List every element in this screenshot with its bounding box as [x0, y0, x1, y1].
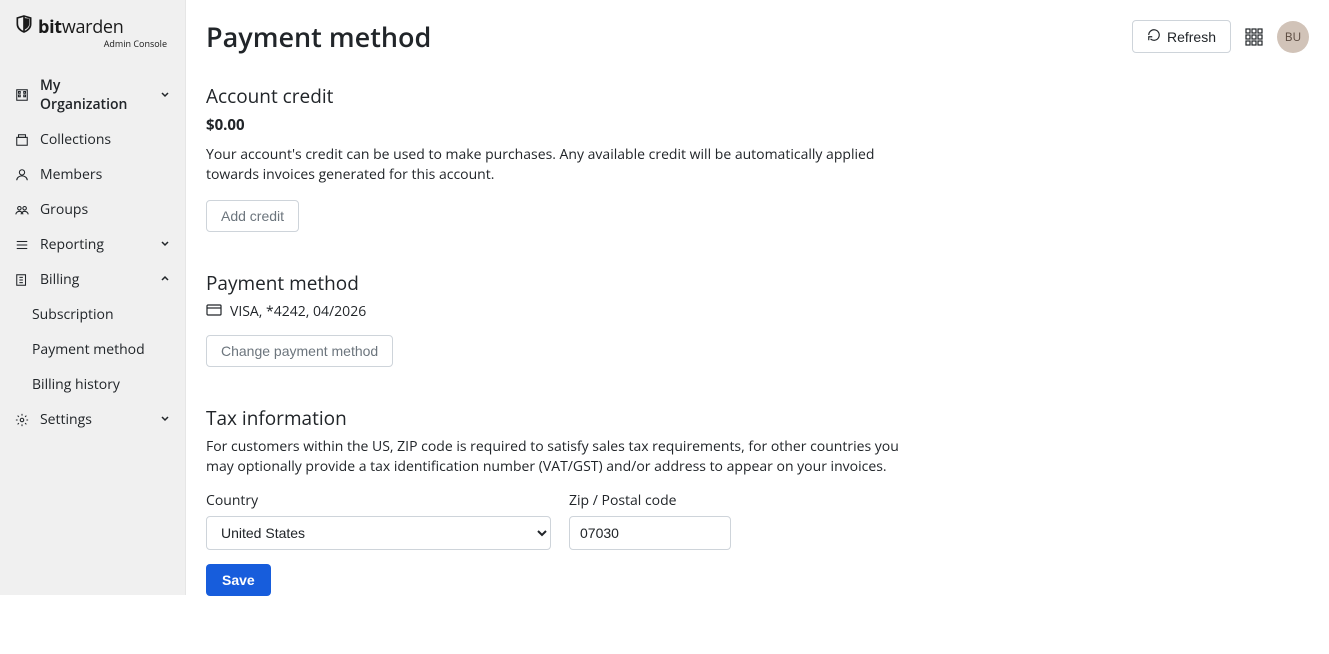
sidebar-item-members[interactable]: Members: [0, 157, 185, 192]
page-title: Payment method: [206, 18, 1132, 55]
gear-icon: [14, 412, 30, 428]
country-label: Country: [206, 491, 551, 510]
user-icon: [14, 167, 30, 183]
sidebar-item-collections[interactable]: Collections: [0, 122, 185, 157]
sidebar-item-settings[interactable]: Settings: [0, 402, 185, 437]
main-content: Payment method Refresh BU: [186, 0, 1329, 595]
sidebar-item-label: Collections: [40, 130, 171, 149]
sidebar-subitem-subscription[interactable]: Subscription: [0, 297, 185, 332]
content: Account credit $0.00 Your account's cred…: [186, 55, 1126, 654]
sidebar: bitwarden Admin Console My Organization …: [0, 0, 186, 595]
tax-description: For customers within the US, ZIP code is…: [206, 437, 926, 478]
sidebar-item-label: My Organization: [40, 76, 149, 114]
tax-heading: Tax information: [206, 405, 1106, 431]
group-icon: [14, 202, 30, 218]
chevron-down-icon: [159, 410, 171, 429]
save-button[interactable]: Save: [206, 564, 271, 596]
sidebar-sub-billing: Subscription Payment method Billing hist…: [0, 297, 185, 402]
refresh-label: Refresh: [1167, 29, 1216, 45]
avatar[interactable]: BU: [1277, 21, 1309, 53]
payment-card-text: VISA, *4242, 04/2026: [230, 302, 366, 321]
report-icon: [14, 237, 30, 253]
sidebar-subitem-billing-history[interactable]: Billing history: [0, 367, 185, 402]
brand-name: bitwarden: [38, 15, 123, 39]
sidebar-subitem-label: Payment method: [32, 340, 145, 359]
payment-method-heading: Payment method: [206, 270, 1106, 296]
account-credit-heading: Account credit: [206, 83, 1106, 109]
sidebar-item-reporting[interactable]: Reporting: [0, 227, 185, 262]
sidebar-item-label: Groups: [40, 200, 171, 219]
zip-input[interactable]: [569, 516, 731, 550]
section-tax-information: Tax information For customers within the…: [206, 405, 1106, 597]
country-group: Country United States: [206, 491, 551, 550]
sidebar-item-groups[interactable]: Groups: [0, 192, 185, 227]
country-select[interactable]: United States: [206, 516, 551, 550]
chevron-down-icon: [159, 235, 171, 254]
zip-label: Zip / Postal code: [569, 491, 731, 510]
brand-logo[interactable]: bitwarden Admin Console: [0, 0, 185, 58]
billing-icon: [14, 272, 30, 288]
sidebar-item-label: Billing: [40, 270, 149, 289]
page-header: Payment method Refresh BU: [186, 0, 1329, 55]
sidebar-subitem-label: Billing history: [32, 375, 120, 394]
shield-icon: [16, 14, 32, 39]
account-credit-amount: $0.00: [206, 115, 1106, 135]
sidebar-subitem-payment-method[interactable]: Payment method: [0, 332, 185, 367]
apps-grid-icon[interactable]: [1245, 28, 1263, 46]
brand-subtitle: Admin Console: [16, 37, 169, 50]
sidebar-item-my-organization[interactable]: My Organization: [0, 68, 185, 122]
refresh-button[interactable]: Refresh: [1132, 20, 1231, 53]
sidebar-subitem-label: Subscription: [32, 305, 114, 324]
building-icon: [14, 87, 30, 103]
account-credit-description: Your account's credit can be used to mak…: [206, 145, 926, 186]
refresh-icon: [1147, 28, 1161, 45]
add-credit-button[interactable]: Add credit: [206, 200, 299, 232]
sidebar-item-label: Settings: [40, 410, 149, 429]
section-account-credit: Account credit $0.00 Your account's cred…: [206, 83, 1106, 232]
sidebar-item-billing[interactable]: Billing: [0, 262, 185, 297]
chevron-up-icon: [159, 270, 171, 289]
change-payment-method-button[interactable]: Change payment method: [206, 335, 393, 367]
chevron-down-icon: [159, 86, 171, 105]
payment-card-row: VISA, *4242, 04/2026: [206, 302, 1106, 321]
sidebar-nav: My Organization Collections Members: [0, 68, 185, 437]
header-actions: Refresh BU: [1132, 20, 1309, 53]
avatar-initials: BU: [1285, 28, 1302, 45]
sidebar-item-label: Reporting: [40, 235, 149, 254]
credit-card-icon: [206, 302, 222, 321]
box-icon: [14, 132, 30, 148]
sidebar-item-label: Members: [40, 165, 171, 184]
zip-group: Zip / Postal code: [569, 491, 731, 550]
section-payment-method: Payment method VISA, *4242, 04/2026 Chan…: [206, 270, 1106, 367]
tax-form-row: Country United States Zip / Postal code: [206, 491, 1106, 550]
